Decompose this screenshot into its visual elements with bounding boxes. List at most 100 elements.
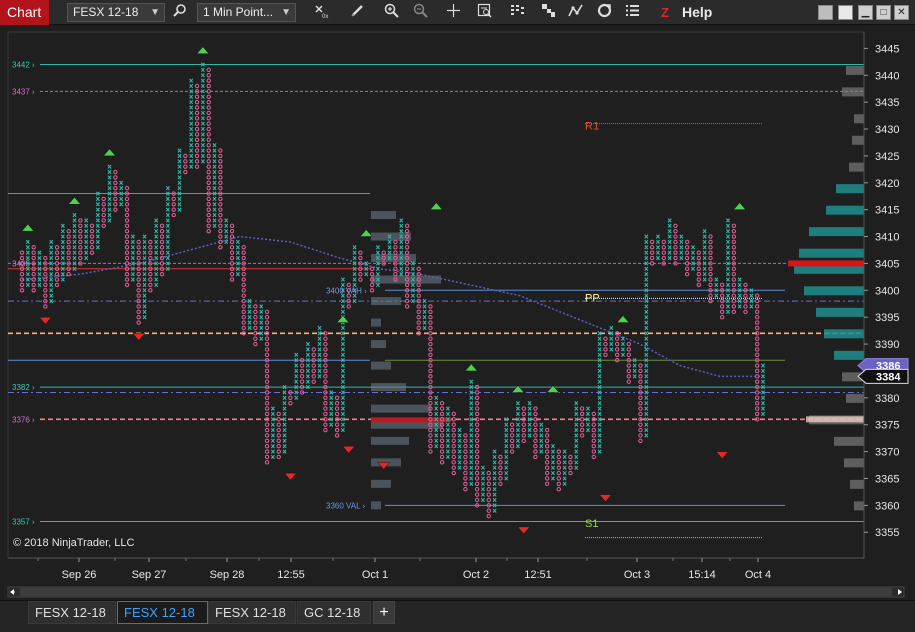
pnf-x-box — [410, 293, 415, 298]
zoom-in-icon[interactable] — [381, 3, 401, 22]
interval-selector[interactable]: 1 Min Point... ▼ — [197, 3, 296, 22]
pnf-o-box — [568, 465, 573, 470]
pnf-x-box — [130, 234, 135, 239]
pnf-o-box — [556, 454, 561, 460]
pnf-o-box — [428, 427, 433, 433]
pnf-x-box — [352, 272, 357, 277]
pnf-x-box — [469, 460, 474, 465]
time-tick-label: Oct 3 — [624, 569, 650, 581]
magnifier-icon[interactable] — [170, 3, 190, 22]
pnf-x-box — [550, 470, 555, 476]
maximize-icon[interactable]: □ — [876, 5, 891, 20]
pnf-x-box — [655, 255, 660, 261]
pnf-o-box — [428, 363, 433, 368]
pnf-o-box — [521, 427, 526, 433]
pnf-o-box — [124, 207, 130, 212]
pnf-x-box — [189, 153, 194, 159]
minimize-icon[interactable]: ▁ — [858, 5, 873, 20]
window-group-icon[interactable] — [838, 5, 853, 20]
pnf-o-box — [404, 228, 410, 234]
pnf-chart[interactable]: 3442 ›3437 ›3405 ›3382 ›3376 ›3357 ›3400… — [0, 26, 915, 600]
pnf-x-box — [60, 245, 65, 250]
cross-icon[interactable] — [443, 3, 463, 22]
pencil-icon[interactable] — [348, 3, 368, 22]
pnf-x-box — [189, 116, 194, 121]
tab-chart-1[interactable]: FESX 12-18 — [28, 601, 116, 624]
pnf-x-box — [305, 374, 310, 379]
volume-profile-bar — [371, 340, 386, 349]
svg-text:0x: 0x — [322, 14, 328, 19]
pnf-o-box — [323, 374, 328, 379]
pnf-x-box — [305, 352, 310, 357]
pnf-x-column — [200, 62, 205, 164]
pnf-o-box — [556, 470, 561, 476]
pnf-x-box — [200, 83, 205, 89]
pnf-o-box — [743, 282, 748, 288]
zoom-out-icon[interactable] — [410, 3, 430, 22]
pnf-x-box — [445, 444, 450, 449]
tab-chart-4[interactable]: GC 12-18 — [297, 601, 371, 624]
pnf-o-box — [334, 422, 340, 427]
swing-high-marker — [102, 148, 117, 157]
add-tab-button[interactable]: + — [373, 601, 395, 624]
pnf-x-box — [340, 427, 345, 433]
pnf-o-box — [264, 341, 270, 347]
pnf-x-box — [60, 250, 65, 255]
composite-profile-bar — [842, 87, 864, 97]
pnf-x-box — [504, 449, 509, 454]
pnf-o-box — [556, 476, 561, 481]
pnf-x-column — [235, 239, 240, 277]
close-icon[interactable]: ✕ — [894, 5, 909, 20]
pnf-x-box — [655, 245, 660, 250]
pnf-o-box — [241, 250, 246, 255]
tab-label: GC 12-18 — [304, 605, 361, 620]
strategies-icon[interactable] — [594, 3, 614, 22]
pnf-x-box — [224, 229, 229, 234]
pnf-o-box — [264, 314, 270, 320]
pnf-o-box — [626, 347, 632, 352]
bar-style-icon[interactable] — [507, 3, 527, 22]
pnf-x-box — [760, 374, 766, 379]
pnf-x-box — [527, 422, 532, 427]
chart-panel[interactable]: 3442 › 3437 › 3405 › 3382 › 3376 › 3357 › 3400… — [0, 26, 915, 600]
pnf-o-box — [54, 250, 60, 255]
order-flow-icon[interactable] — [538, 3, 558, 22]
pnf-o-box — [264, 347, 270, 352]
chart-title[interactable]: Chart — [0, 0, 49, 25]
pnf-o-box — [474, 401, 480, 406]
pnf-o-box — [731, 228, 737, 234]
indicators-icon[interactable] — [566, 3, 586, 22]
pnf-x-box — [597, 379, 602, 384]
pnf-o-box — [533, 454, 538, 460]
price-tick-label: 3410 — [875, 232, 899, 244]
pnf-x-box — [165, 212, 170, 218]
pnf-o-box — [323, 379, 328, 384]
pnf-x-box — [597, 427, 602, 433]
price-tick-label: 3395 — [875, 312, 899, 324]
pnf-x-box — [177, 153, 182, 159]
pnf-x-box — [72, 255, 77, 261]
pnf-o-box — [218, 234, 223, 239]
pnf-x-box — [142, 282, 147, 288]
window-tile-icon[interactable] — [818, 5, 833, 20]
price-tick-label: 3405 — [875, 258, 899, 270]
pnf-o-box — [124, 282, 130, 288]
properties-icon[interactable] — [622, 3, 642, 22]
pnf-x-box — [235, 245, 240, 250]
pnf-x-box — [259, 325, 264, 331]
crosshair-data-icon[interactable]: 0x — [312, 3, 332, 22]
pnf-x-box — [49, 250, 54, 255]
tab-chart-3[interactable]: FESX 12-18 — [208, 601, 296, 624]
instrument-selector[interactable]: FESX 12-18 ▼ — [67, 3, 165, 22]
pnf-o-box — [276, 444, 281, 449]
pnf-o-box — [708, 245, 713, 250]
h-scrollbar-thumb[interactable] — [20, 588, 892, 596]
help-menu[interactable]: Help — [682, 0, 712, 25]
data-box-icon[interactable] — [474, 3, 494, 22]
pnf-o-box — [614, 347, 620, 352]
pnf-o-box — [136, 255, 141, 261]
tab-chart-2[interactable]: FESX 12-18 — [117, 601, 208, 624]
pnf-o-box — [754, 347, 760, 352]
z-icon[interactable]: Z — [655, 3, 675, 22]
pnf-o-box — [474, 470, 480, 476]
